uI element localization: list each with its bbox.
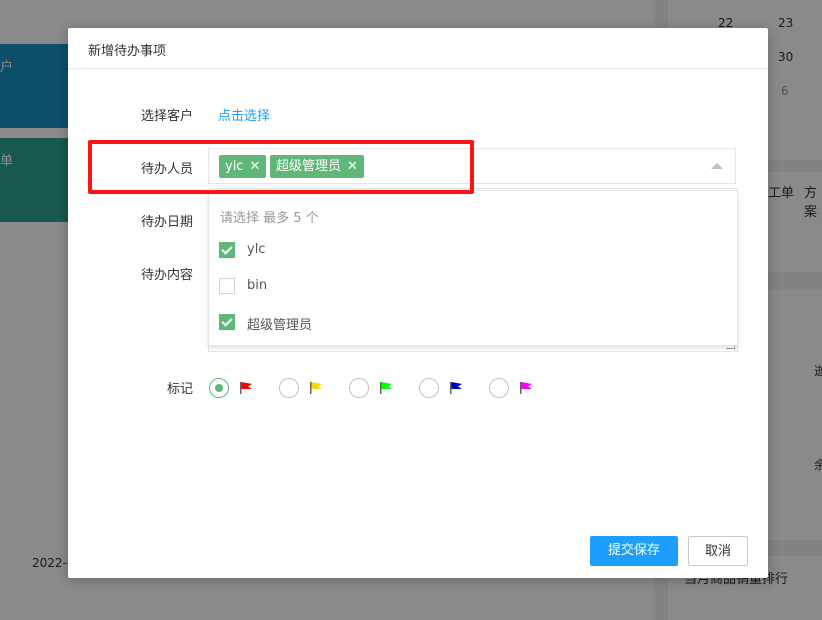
checkbox-unchecked-icon[interactable] bbox=[219, 278, 235, 294]
dropdown-option-superadmin[interactable]: 超级管理员 bbox=[219, 311, 719, 335]
flag-green-icon bbox=[380, 382, 392, 394]
option-label: 超级管理员 bbox=[247, 318, 313, 333]
checkbox-checked-icon[interactable] bbox=[219, 242, 235, 258]
mark-radio-red[interactable] bbox=[209, 378, 229, 398]
flag-yellow-icon bbox=[310, 382, 322, 394]
assignees-dropdown: 请选择 最多 5 个 ylc bin 超级管理员 bbox=[208, 190, 738, 346]
flag-red-icon bbox=[240, 382, 252, 394]
mark-radio-yellow[interactable] bbox=[279, 378, 299, 398]
flag-pink-icon bbox=[520, 382, 532, 394]
cancel-button[interactable]: 取消 bbox=[688, 536, 748, 566]
checkbox-checked-icon[interactable] bbox=[219, 314, 235, 330]
submit-save-button[interactable]: 提交保存 bbox=[590, 536, 678, 566]
content-label: 待办内容 bbox=[140, 268, 193, 283]
mark-radio-blue[interactable] bbox=[419, 378, 439, 398]
dropdown-option-bin[interactable]: bin bbox=[219, 275, 719, 299]
highlight-box bbox=[88, 140, 474, 194]
flag-blue-icon bbox=[450, 382, 462, 394]
select-customer-link[interactable]: 点击选择 bbox=[218, 105, 270, 124]
option-label: bin bbox=[247, 278, 268, 293]
option-label: ylc bbox=[247, 242, 266, 257]
mark-radio-green[interactable] bbox=[349, 378, 369, 398]
dropdown-hint: 请选择 最多 5 个 bbox=[220, 211, 319, 226]
date-label: 待办日期 bbox=[140, 215, 193, 230]
dialog-header: 新增待办事项 bbox=[68, 28, 768, 69]
add-todo-dialog: 新增待办事项 选择客户 点击选择 待办人员 待办日期 待办内容 ylc ✕ 超级管… bbox=[68, 28, 768, 578]
customer-label: 选择客户 bbox=[140, 109, 193, 124]
mark-radio-pink[interactable] bbox=[489, 378, 509, 398]
dropdown-option-ylc[interactable]: ylc bbox=[219, 239, 719, 263]
dialog-title: 新增待办事项 bbox=[88, 44, 167, 59]
caret-up-icon[interactable] bbox=[711, 163, 723, 169]
mark-label: 标记 bbox=[166, 382, 193, 397]
